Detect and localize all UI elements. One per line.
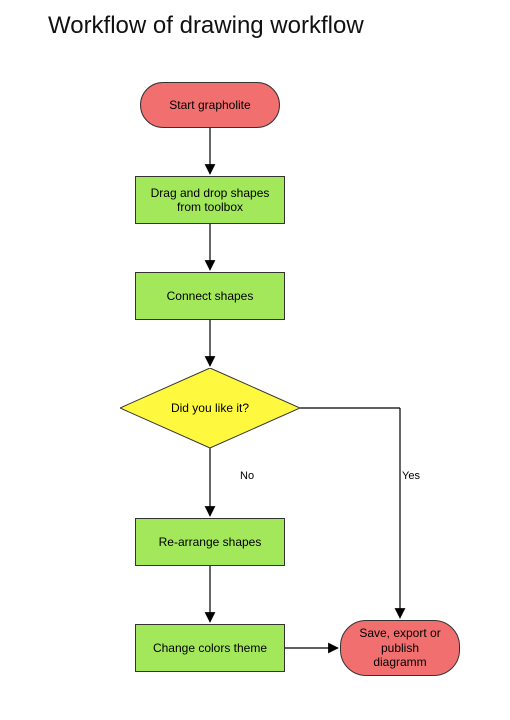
node-drag-label: Drag and drop shapesfrom toolbox xyxy=(151,186,270,215)
node-start-label: Start grapholite xyxy=(169,98,250,112)
edge-label-no: No xyxy=(240,470,254,482)
node-start: Start grapholite xyxy=(140,82,280,128)
node-end-label: Save, export orpublishdiagramm xyxy=(359,626,440,669)
node-theme: Change colors theme xyxy=(135,624,285,672)
node-rearrange: Re-arrange shapes xyxy=(135,518,285,566)
node-rearrange-label: Re-arrange shapes xyxy=(159,535,262,549)
node-end: Save, export orpublishdiagramm xyxy=(340,620,460,676)
node-connect-label: Connect shapes xyxy=(167,289,254,303)
node-drag: Drag and drop shapesfrom toolbox xyxy=(135,176,285,224)
edge-label-yes: Yes xyxy=(402,470,420,482)
diagram-title: Workflow of drawing workflow xyxy=(48,12,364,40)
node-theme-label: Change colors theme xyxy=(153,641,267,655)
node-connect: Connect shapes xyxy=(135,272,285,320)
node-decision: Did you like it? xyxy=(120,368,300,448)
